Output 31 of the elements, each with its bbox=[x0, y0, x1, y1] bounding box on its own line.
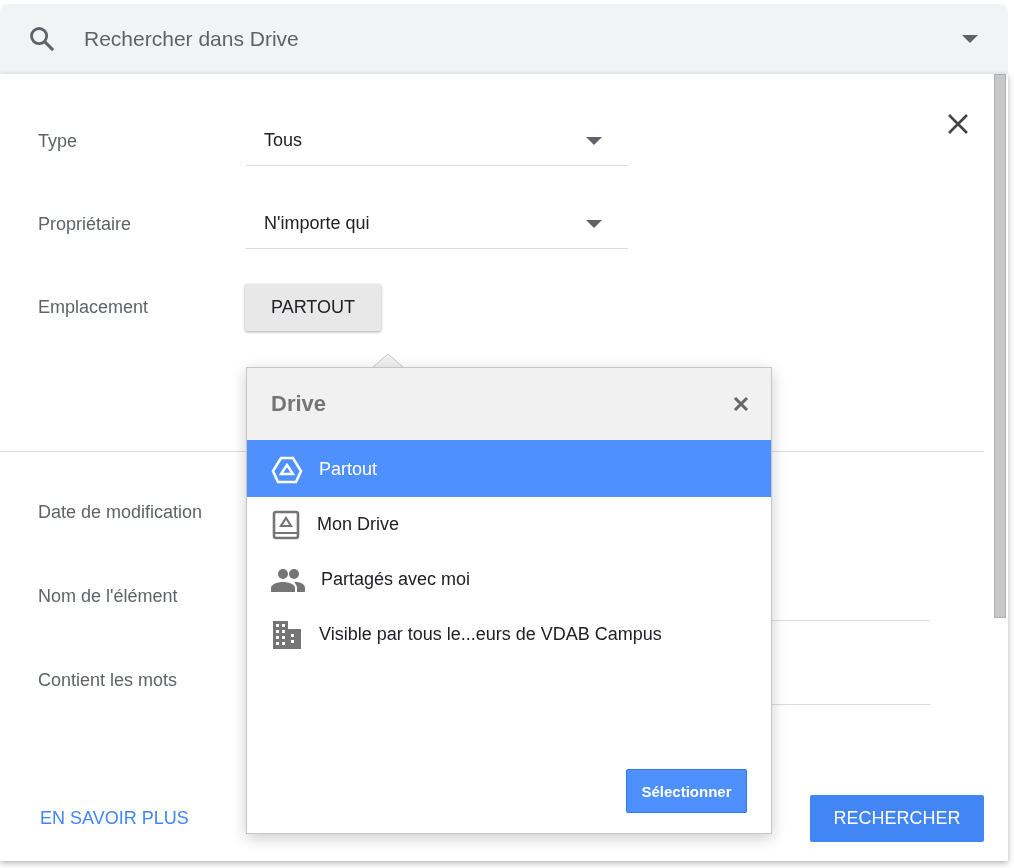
location-option[interactable]: Partagés avec moi bbox=[247, 552, 771, 607]
dropdown-caret-icon bbox=[962, 35, 978, 43]
field-label: Propriétaire bbox=[38, 213, 133, 235]
option-label: Mon Drive bbox=[317, 514, 400, 535]
field-label: Contient les mots bbox=[38, 669, 179, 691]
close-button[interactable] bbox=[733, 396, 749, 412]
search-bar[interactable]: Rechercher dans Drive bbox=[0, 4, 1008, 74]
dropdown-field[interactable]: Tous bbox=[246, 116, 628, 166]
location-option[interactable]: Mon Drive bbox=[247, 497, 771, 552]
location-option[interactable]: Visible par tous le...eurs de VDAB Campus bbox=[247, 607, 771, 662]
dropdown-caret-icon bbox=[586, 136, 602, 145]
search-icon[interactable] bbox=[28, 25, 56, 53]
drive-triangle-icon bbox=[271, 455, 303, 484]
search-field[interactable]: Rechercher dans Drive bbox=[82, 26, 936, 52]
popup-title: Drive bbox=[271, 391, 327, 417]
option-label: Visible par tous le...eurs de VDAB Campus bbox=[319, 624, 662, 645]
option-label: Partagés avec moi bbox=[321, 569, 471, 590]
option-label: Partout bbox=[319, 459, 378, 480]
field-label: Nom de l'élément bbox=[38, 585, 179, 607]
dropdown-field[interactable]: N'importe qui bbox=[246, 199, 628, 249]
location-button[interactable]: PARTOUT bbox=[245, 283, 381, 331]
learn-more-link[interactable]: EN SAVOIR PLUS bbox=[40, 808, 189, 829]
people-icon bbox=[271, 567, 305, 592]
dropdown-caret-icon bbox=[586, 219, 602, 228]
field-label: Date de modification bbox=[38, 501, 204, 523]
scrollbar[interactable] bbox=[994, 74, 1006, 618]
field-label: Emplacement bbox=[38, 296, 150, 318]
field-label: Type bbox=[38, 130, 79, 152]
search-button[interactable]: RECHERCHER bbox=[810, 795, 984, 842]
building-icon bbox=[271, 620, 303, 649]
drive-folder-icon bbox=[271, 509, 301, 540]
